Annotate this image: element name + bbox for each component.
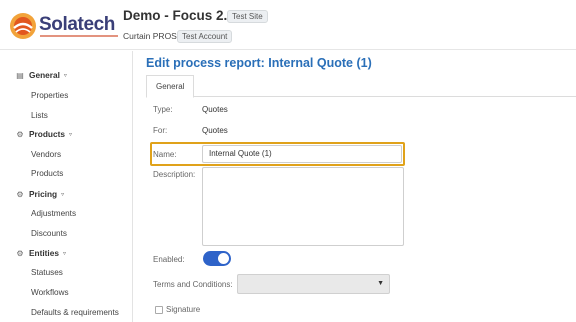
- description-label: Description:: [153, 170, 196, 179]
- sidebar-item-statuses[interactable]: Statuses: [31, 268, 63, 277]
- chevron-down-icon: ▿: [63, 72, 67, 79]
- tab-general[interactable]: General: [146, 75, 195, 98]
- for-label: For:: [153, 126, 168, 135]
- terms-label: Terms and Conditions:: [153, 280, 233, 289]
- site-title: Demo - Focus 2.0: [123, 8, 235, 23]
- sidebar-item-lists[interactable]: Lists: [31, 111, 48, 120]
- logo-tagline-bar: [40, 35, 118, 37]
- solatech-logo[interactable]: Solatech: [8, 10, 120, 42]
- sidebar-section-pricing[interactable]: ⚙ Pricing ▿: [15, 189, 64, 199]
- sidebar-item-vendors[interactable]: Vendors: [31, 150, 61, 159]
- sidebar-item-adjustments[interactable]: Adjustments: [31, 209, 76, 218]
- for-value: Quotes: [202, 126, 228, 135]
- chevron-down-icon: ▿: [62, 250, 66, 257]
- gear-icon: ⚙: [16, 129, 24, 139]
- sidebar-section-general[interactable]: ▤ General ▿: [15, 70, 67, 80]
- type-label: Type:: [153, 105, 173, 114]
- sidebar-section-label: Pricing: [29, 189, 58, 199]
- sidebar-item-properties[interactable]: Properties: [31, 91, 68, 100]
- terms-select[interactable]: ▼: [237, 274, 390, 294]
- gear-icon: ⚙: [16, 189, 24, 199]
- chevron-down-icon: ▿: [68, 131, 72, 138]
- sidebar-item-products[interactable]: Products: [31, 169, 63, 178]
- sidebar: ▤ General ▿ Properties Lists ⚙ Products …: [0, 51, 133, 322]
- enabled-label: Enabled:: [153, 255, 185, 264]
- signature-label: Signature: [166, 305, 201, 314]
- description-textarea[interactable]: [202, 167, 404, 246]
- name-label: Name:: [153, 150, 177, 159]
- toggle-knob: [218, 253, 229, 264]
- type-value: Quotes: [202, 105, 228, 114]
- logo-text: Solatech: [39, 14, 115, 35]
- name-input[interactable]: Internal Quote (1): [202, 145, 402, 163]
- page-title: Edit process report: Internal Quote (1): [146, 56, 372, 70]
- signature-checkbox[interactable]: [155, 306, 163, 314]
- monitor-icon: ▤: [16, 70, 24, 80]
- account-badge: Test Account: [177, 30, 233, 43]
- tab-bar: General: [146, 75, 576, 98]
- sidebar-item-discounts[interactable]: Discounts: [31, 229, 67, 238]
- enabled-toggle[interactable]: [203, 251, 231, 266]
- sidebar-section-label: General: [29, 70, 60, 80]
- sidebar-section-entities[interactable]: ⚙ Entities ▿: [15, 248, 66, 258]
- sidebar-item-defaults-requirements[interactable]: Defaults & requirements: [31, 308, 119, 317]
- caret-down-icon: ▼: [377, 280, 384, 287]
- gear-icon: ⚙: [16, 248, 24, 258]
- sidebar-item-workflows[interactable]: Workflows: [31, 288, 69, 297]
- app-header: Solatech Demo - Focus 2.0 Test Site Curt…: [0, 0, 576, 50]
- logo-mark-icon: [10, 13, 36, 39]
- chevron-down-icon: ▿: [61, 191, 65, 198]
- sidebar-section-label: Products: [29, 129, 65, 139]
- account-name: Curtain PROS: [123, 31, 177, 41]
- sidebar-section-products[interactable]: ⚙ Products ▿: [15, 129, 72, 139]
- sidebar-section-label: Entities: [29, 248, 59, 258]
- site-badge: Test Site: [227, 10, 268, 23]
